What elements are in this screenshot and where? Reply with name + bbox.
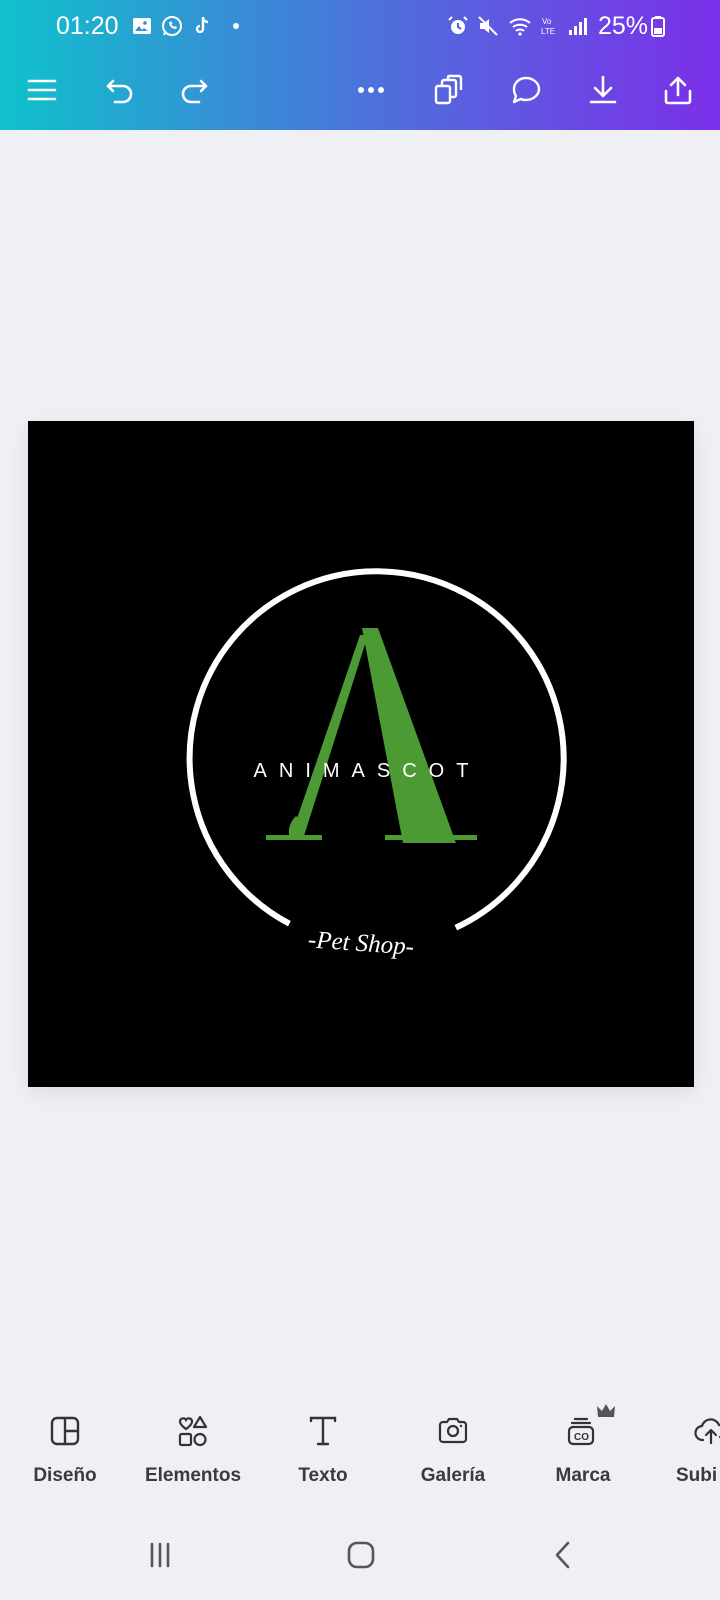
tab-marca[interactable]: CO Marca (518, 1404, 648, 1487)
tab-label: Texto (298, 1465, 348, 1486)
app-header: 01:20 Vo LTE 25% (0, 0, 720, 130)
tab-diseno[interactable]: Diseño (0, 1405, 130, 1487)
tab-label: Marca (555, 1465, 611, 1486)
design-canvas[interactable]: ANIMASCOT -Pet Shop- (28, 421, 694, 1087)
camera-icon (438, 1417, 468, 1444)
logo-letter-a (266, 628, 477, 843)
upload-cloud-icon (694, 1418, 720, 1445)
editor-toolbar (0, 62, 720, 118)
undo-button[interactable] (96, 66, 144, 114)
tiktok-icon (190, 14, 214, 38)
comment-icon (512, 76, 541, 104)
whatsapp-icon (160, 14, 184, 38)
logo-ring (186, 568, 567, 931)
tab-label: Diseño (33, 1465, 97, 1486)
alarm-icon (446, 14, 470, 38)
tab-subir[interactable]: Subi (648, 1405, 720, 1487)
more-button[interactable] (347, 66, 395, 114)
back-button[interactable] (533, 1530, 593, 1580)
text-icon (309, 1416, 337, 1446)
svg-text:LTE: LTE (541, 27, 555, 36)
wifi-icon (508, 14, 532, 38)
redo-button[interactable] (170, 66, 218, 114)
svg-text:Vo: Vo (542, 17, 552, 26)
tab-label: Subi (676, 1465, 718, 1486)
logo-graphic (186, 568, 567, 931)
undo-icon (106, 79, 133, 104)
status-bar: 01:20 Vo LTE 25% (0, 0, 720, 52)
svg-text:CO: CO (574, 1432, 589, 1443)
status-time: 01:20 (56, 12, 119, 40)
back-icon (555, 1541, 570, 1569)
signal-icon (566, 14, 590, 38)
system-nav-bar (0, 1520, 720, 1590)
redo-icon (181, 79, 208, 104)
recent-apps-icon (150, 1542, 170, 1568)
battery-percentage: 25% (598, 12, 649, 40)
comment-button[interactable] (502, 66, 550, 114)
tab-label: Galería (420, 1465, 486, 1486)
tab-label: Elementos (144, 1465, 242, 1486)
share-button[interactable] (654, 66, 702, 114)
tab-galeria[interactable]: Galería (388, 1405, 518, 1487)
download-button[interactable] (579, 66, 627, 114)
crown-icon (597, 1404, 615, 1417)
more-icon (358, 87, 384, 93)
home-button[interactable] (331, 1530, 391, 1580)
menu-button[interactable] (18, 66, 66, 114)
tab-texto[interactable]: Texto (258, 1405, 388, 1487)
home-icon (347, 1541, 375, 1569)
gallery-icon (130, 14, 154, 38)
share-icon (664, 76, 692, 105)
bottom-toolbar: Diseño Elementos Texto Galería CO Marca … (0, 1404, 720, 1505)
battery-icon (646, 14, 670, 38)
shapes-icon (178, 1415, 208, 1447)
mute-icon (476, 14, 500, 38)
recent-apps-button[interactable] (130, 1530, 190, 1580)
menu-icon (27, 79, 57, 101)
pages-icon (434, 74, 463, 105)
dot-icon (226, 14, 250, 38)
download-icon (589, 75, 617, 104)
layout-icon (50, 1416, 80, 1446)
volte-icon: Vo LTE (540, 14, 564, 38)
tab-elementos[interactable]: Elementos (128, 1405, 258, 1487)
brand-name: ANIMASCOT (253, 760, 481, 782)
pages-button[interactable] (424, 66, 472, 114)
